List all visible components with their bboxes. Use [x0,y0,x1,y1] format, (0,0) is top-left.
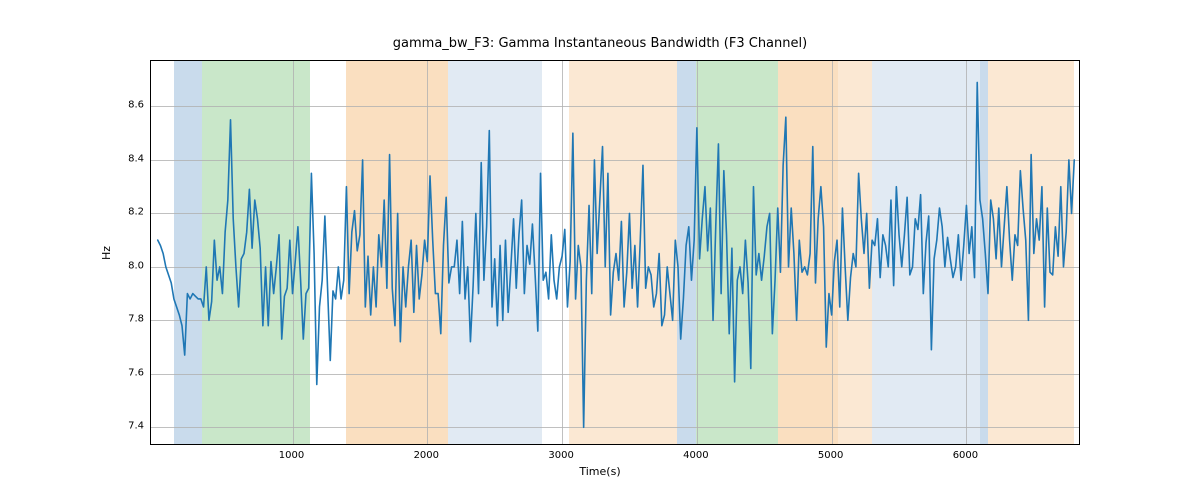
figure: gamma_bw_F3: Gamma Instantaneous Bandwid… [0,0,1200,500]
y-tick-label: 7.6 [118,367,144,378]
plot-area [150,60,1080,445]
x-tick-label: 5000 [818,450,843,461]
x-tick-label: 1000 [279,450,304,461]
x-axis-label: Time(s) [0,465,1200,478]
y-axis-label: Hz [100,246,113,260]
y-tick-label: 7.4 [118,421,144,432]
y-tick-label: 8.4 [118,153,144,164]
chart-title: gamma_bw_F3: Gamma Instantaneous Bandwid… [0,36,1200,51]
series-path [158,82,1075,427]
y-tick-label: 8.2 [118,207,144,218]
y-tick-label: 8.0 [118,260,144,271]
y-tick-label: 7.8 [118,314,144,325]
x-tick-label: 3000 [548,450,573,461]
line-series [151,61,1080,445]
x-tick-label: 6000 [953,450,978,461]
x-tick-label: 4000 [683,450,708,461]
x-tick-label: 2000 [414,450,439,461]
y-tick-label: 8.6 [118,100,144,111]
